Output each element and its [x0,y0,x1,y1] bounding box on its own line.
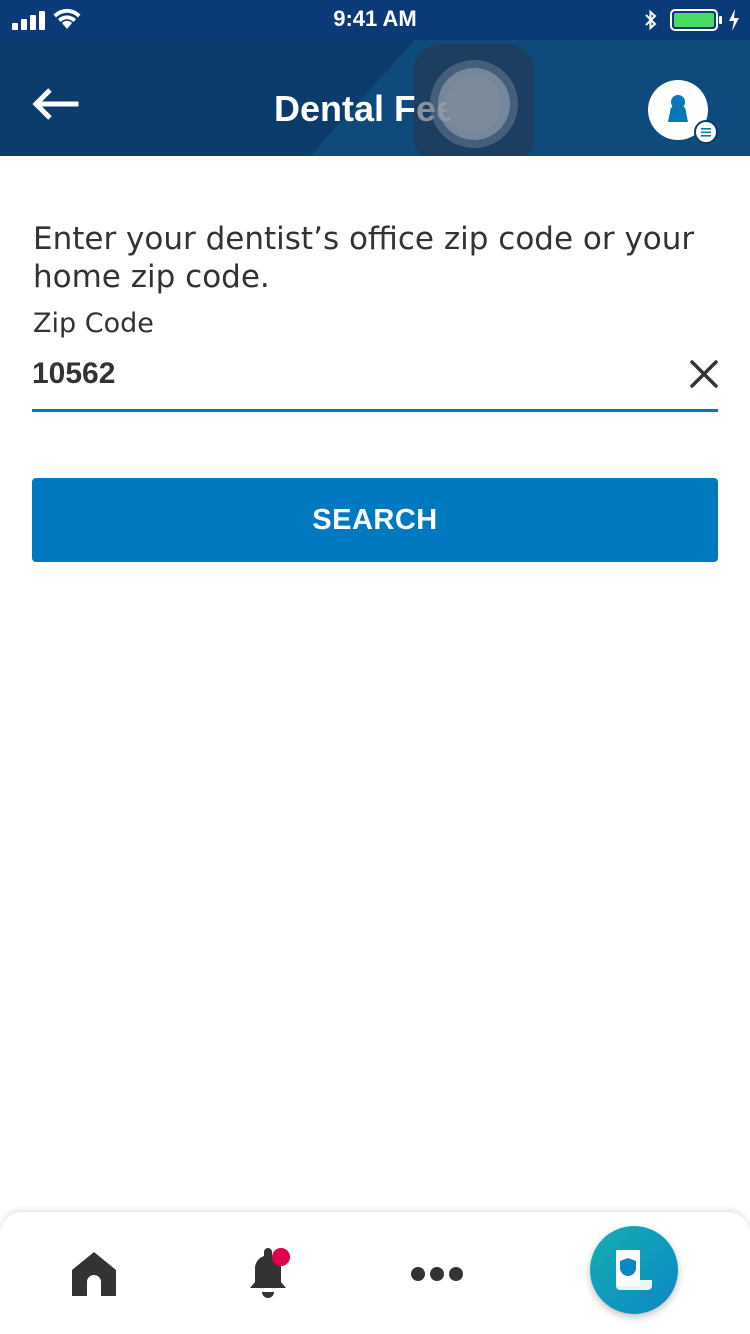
id-card-shield-icon [616,1250,652,1290]
page-title: Dental Fees [273,88,477,129]
menu-badge-icon [694,120,718,144]
charging-icon [729,9,739,31]
notification-dot [272,1248,290,1266]
status-time: 9:41 AM [333,6,417,31]
bluetooth-icon [645,9,657,31]
home-icon[interactable] [68,1248,120,1300]
status-bar: 9:41 AM [0,0,750,40]
instruction-text: Enter your dentist’s office zip code or … [33,221,695,295]
app-header: Dental Fees [0,40,750,156]
search-button[interactable]: SEARCH [32,478,718,562]
zip-code-label: Zip Code [33,308,154,339]
id-card-button[interactable] [590,1226,678,1314]
battery-icon [670,9,722,31]
more-icon[interactable] [410,1262,464,1286]
zip-code-input[interactable] [32,352,672,396]
assistive-touch-button[interactable] [414,44,534,156]
close-icon[interactable] [686,356,722,392]
bottom-navigation [0,1212,750,1334]
zip-code-underline [32,409,718,412]
